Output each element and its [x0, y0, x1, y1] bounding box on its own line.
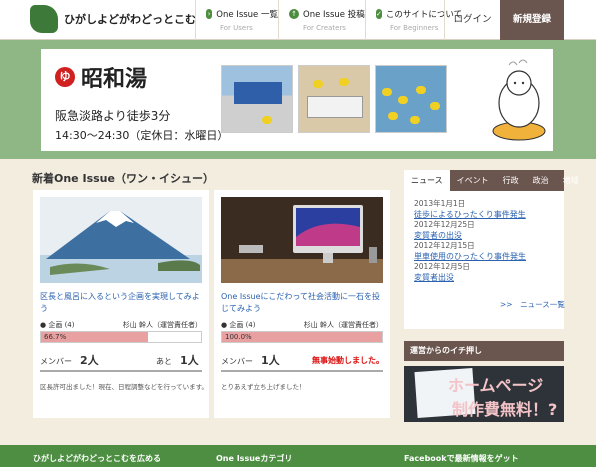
news-item: 2012年12月5日 変質者出没 — [414, 262, 554, 283]
login-button[interactable]: ログイン — [444, 0, 500, 40]
footer-facebook-heading: Facebookで最新情報をゲット — [404, 454, 519, 463]
news-item: 2013年1月1日 徒歩によるひったくり事件発生 — [414, 199, 554, 220]
showayu-banner[interactable]: ゆ 昭和湯 阪急淡路より徒歩3分 14:30〜24:30（定休日：水曜日） — [41, 49, 553, 151]
tab-news[interactable]: ニュース — [404, 170, 450, 191]
progress-text: 100.0% — [225, 333, 252, 341]
status-text: 無事始動しました。 — [312, 356, 384, 365]
news-date: 2012年12月15日 — [414, 241, 475, 250]
osaka-map-icon — [30, 5, 58, 33]
members-count: メンバー 1人 — [221, 354, 280, 367]
site-title: ひがしよどがわどっとこむ — [64, 13, 196, 26]
ad-line-1: ホームページ — [448, 376, 544, 395]
access-text: 阪急淡路より徒歩3分 — [55, 109, 171, 123]
issue-card[interactable]: One Issueにこだわって社会活動に一石を投じてみよう ● 企画 (4) 杉… — [214, 190, 390, 418]
nav-one-issue-list[interactable]: › One Issue 一覧 For Users — [195, 0, 278, 40]
divider — [221, 370, 383, 372]
homepage-ad-banner[interactable]: ホームページ 制作費無料！? — [404, 366, 564, 422]
news-item: 2012年12月15日 単車使用のひったくり事件発生 — [414, 241, 554, 262]
check-icon: ✓ — [376, 9, 382, 19]
signup-button[interactable]: 新規登録 — [500, 0, 564, 40]
photo-tent — [221, 65, 293, 133]
nav-about[interactable]: ✓ このサイトについて For Beginners — [365, 0, 462, 40]
fuji-thumbnail[interactable] — [40, 197, 202, 283]
owner-name: 杉山 幹人（運営責任者） — [122, 321, 202, 329]
new-issues-heading: 新着One Issue（ワン・イシュー） — [32, 172, 214, 185]
bath-mark-icon: ゆ — [55, 67, 75, 87]
progress-text: 66.7% — [44, 333, 67, 341]
arrow-right-icon: › — [206, 9, 213, 19]
progress-bar: 100.0% — [221, 331, 383, 343]
news-link[interactable]: 単車使用のひったくり事件発生 — [414, 251, 554, 262]
photo-ducks-in-bath — [375, 65, 447, 133]
site-footer: ひがしよどがわどっとこむを広める One Issueカテゴリ Facebookで… — [0, 445, 596, 467]
issue-note: とりあえず立ち上げました！ — [221, 383, 306, 391]
news-item: 2012年12月25日 変質者の出没 — [414, 220, 554, 241]
remaining-count: あと 1人 — [156, 354, 199, 367]
news-link[interactable]: 変質者の出没 — [414, 230, 554, 241]
hours-text: 14:30〜24:30（定休日：水曜日） — [55, 129, 229, 142]
showayu-logo: ゆ 昭和湯 — [55, 61, 147, 93]
news-tabs: ニュース イベント 行政 政治 地域 — [404, 170, 579, 191]
tab-events[interactable]: イベント — [450, 170, 496, 191]
tab-politics[interactable]: 政治 — [526, 170, 556, 191]
recommend-heading: 運営からのイチ押し — [404, 341, 564, 361]
news-list-link[interactable]: >> ニュース一覧 — [500, 299, 565, 310]
news-link[interactable]: 徒歩によるひったくり事件発生 — [414, 209, 554, 220]
tab-local[interactable]: 地域 — [556, 170, 586, 191]
issue-title-link[interactable]: One Issueにこだわって社会活動に一石を投じてみよう — [221, 291, 385, 315]
photo-duck-letters — [298, 65, 370, 133]
mascot-illustration — [492, 59, 546, 141]
site-header: ひがしよどがわどっとこむ › One Issue 一覧 For Users ↑ On… — [0, 0, 596, 40]
arrow-up-icon: ↑ — [289, 9, 299, 19]
members-count: メンバー 2人 — [40, 354, 99, 367]
news-list: 2013年1月1日 徒歩によるひったくり事件発生 2012年12月25日 変質者の出… — [404, 191, 565, 329]
issue-meta: ● 企画 (4) 杉山 幹人（運営責任者） — [40, 320, 202, 330]
bathhouse-name: 昭和湯 — [81, 66, 148, 92]
ad-line-2: 制作費無料！? — [452, 400, 558, 419]
footer-category-heading: One Issueカテゴリ — [216, 454, 293, 463]
site-logo[interactable]: ひがしよどがわどっとこむ — [30, 5, 196, 33]
news-date: 2012年12月5日 — [414, 262, 470, 271]
tab-administration[interactable]: 行政 — [496, 170, 526, 191]
news-link[interactable]: 変質者出没 — [414, 272, 554, 283]
plan-count: ● 企画 (4) — [40, 321, 75, 329]
divider — [40, 370, 202, 372]
imac-thumbnail[interactable] — [221, 197, 383, 283]
issue-meta: ● 企画 (4) 杉山 幹人（運営責任者） — [221, 320, 383, 330]
news-date: 2012年12月25日 — [414, 220, 475, 229]
issue-title-link[interactable]: 区長と風呂に入るという企画を実現してみよう — [40, 291, 204, 315]
news-date: 2013年1月1日 — [414, 199, 466, 208]
footer-spread-heading: ひがしよどがわどっとこむを広める — [33, 454, 161, 463]
progress-bar: 66.7% — [40, 331, 202, 343]
owner-name: 杉山 幹人（運営責任者） — [303, 321, 383, 329]
nav-one-issue-post[interactable]: ↑ One Issue 投稿 For Creaters — [278, 0, 365, 40]
plan-count: ● 企画 (4) — [221, 321, 256, 329]
issue-card[interactable]: 区長と風呂に入るという企画を実現してみよう ● 企画 (4) 杉山 幹人（運営責… — [33, 190, 209, 418]
issue-note: 区長許可出ました！現在、日程調整などを行っています。 — [40, 383, 209, 391]
